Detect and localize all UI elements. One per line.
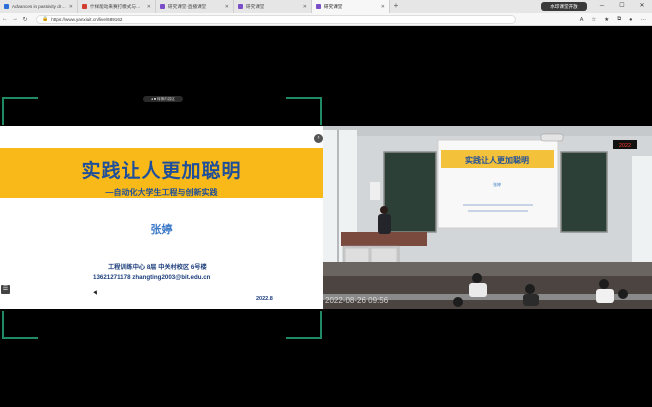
window-controls: ─ ☐ ✕ [592,0,652,13]
browser-tab-1[interactable]: Advances in passivity driven • Fi ✕ [0,0,78,13]
collections-icon[interactable]: ⧉ [617,16,621,23]
teacher-body [378,214,391,234]
menu-icon[interactable]: ☰ [1,285,10,294]
collapse-panel-button[interactable]: ‹ [314,134,323,143]
favorites-icon[interactable]: ★ [604,17,609,23]
maximize-icon[interactable]: ☐ [612,0,632,13]
student-body [469,283,487,297]
slide-title: 实践让人更加聪明 [81,161,242,182]
projected-presenter: 张婷 [493,181,501,187]
close-tab-icon[interactable]: ✕ [303,4,307,10]
notice-board [370,182,380,200]
url-field[interactable]: 🔒 https://www.yanxiuit.cn/live/689162 [36,14,516,24]
presentation-slide: 实践让人更加聪明 —自动化大学生工程与创新实践 张婷 工程训练中心 8层 中关村… [0,126,323,309]
camera-image: 实践让人更加聪明 张婷 2022 2022-08-26 09:56 [323,126,652,309]
lock-icon: 🔒 [42,16,49,22]
minimize-icon[interactable]: ─ [592,0,612,13]
tab-favicon [238,4,243,9]
classroom-camera-feed: 实践让人更加聪明 张婷 2022 2022-08-26 09:56 [323,126,652,309]
frame-corner [286,97,322,125]
projector [540,133,564,142]
left-blackboard [383,151,437,233]
new-tab-button[interactable]: + [390,0,402,13]
tab-favicon [82,4,87,9]
read-aloud-icon[interactable]: A [580,17,584,23]
favorite-star-icon[interactable]: ☆ [591,17,596,23]
close-tab-icon[interactable]: ✕ [147,4,151,10]
tab-favicon [160,4,165,9]
podium-top [341,232,427,246]
presenter-address: 工程训练中心 8层 中关村校区 6号楼 [108,264,207,271]
live-player: ◂ ■ 转换内容区 实践让人更加聪明 —自动化大学生工程与创新实践 张婷 工程训… [0,27,652,407]
url-text: https://www.yanxiuit.cn/live/689162 [51,16,123,22]
slide-subtitle: —自动化大学生工程与创新实践 [105,188,218,197]
ceiling [323,126,652,136]
more-icon[interactable]: ⋯ [641,17,647,23]
close-tab-icon[interactable]: ✕ [381,4,385,10]
browser-tab-4[interactable]: 研究课堂 ✕ [234,0,312,13]
student-head [618,289,628,299]
close-window-icon[interactable]: ✕ [632,0,652,13]
projected-title: 实践让人更加聪明 [465,155,529,165]
back-icon[interactable]: ← [0,16,10,22]
right-window [632,156,652,266]
tab-title: 研究课堂 [246,3,265,9]
slide-date: 2022.8 [256,296,273,302]
right-blackboard [560,151,608,233]
browser-tab-5-active[interactable]: 研究课堂 ✕ [312,0,390,13]
profile-icon[interactable]: ● [629,17,632,23]
led-clock-text: 2022 [619,143,631,149]
browser-tab-3[interactable]: 研究课堂-直播课堂 ✕ [156,0,234,13]
student-head [525,284,535,294]
tab-title: 研究课堂 [324,3,343,9]
tab-title: 什样能动来赛打模式与开发温言 [90,3,145,9]
address-bar: ← → ↻ 🔒 https://www.yanxiuit.cn/live/689… [0,13,652,26]
tab-title: Advances in passivity driven • Fi [12,4,67,9]
student-head [599,279,609,289]
presenter-contact: 13621271178 zhangting2003@bit.edu.cn [93,274,211,281]
tab-favicon [4,4,9,9]
camera-timestamp: 2022-08-26 09:56 [325,296,389,305]
close-tab-icon[interactable]: ✕ [69,4,73,10]
student-head [472,273,482,283]
toolbar-icons: A ☆ ★ ⧉ ● ⋯ [580,13,646,26]
frame-corner [2,311,38,339]
presenter-name: 张婷 [150,224,173,236]
refresh-icon[interactable]: ↻ [20,16,30,23]
student-head [453,297,463,307]
frame-corner [2,97,38,125]
teacher-head [380,206,388,214]
caption-overlay: 水印课堂开放 [541,2,587,11]
player-mini-toolbar[interactable]: ◂ ■ 转换内容区 [143,96,183,102]
tab-favicon [316,4,321,9]
close-tab-icon[interactable]: ✕ [225,4,229,10]
tab-title: 研究课堂-直播课堂 [168,3,207,9]
forward-icon[interactable]: → [10,16,20,22]
frame-corner [286,311,322,339]
browser-tab-2[interactable]: 什样能动来赛打模式与开发温言 ✕ [78,0,156,13]
